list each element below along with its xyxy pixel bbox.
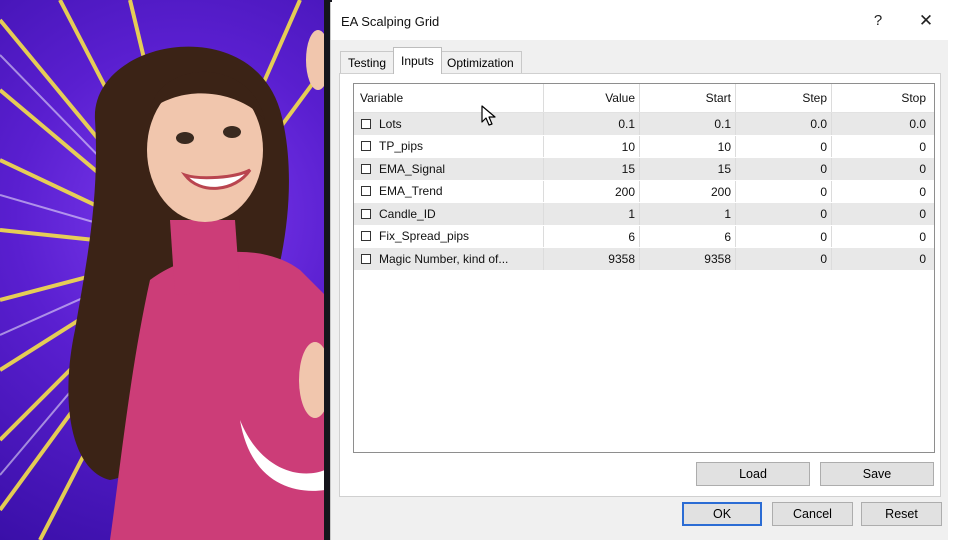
table-row[interactable]: EMA_Signal 15 15 0 0 bbox=[354, 158, 934, 181]
cancel-button[interactable]: Cancel bbox=[772, 502, 853, 526]
table-row[interactable]: TP_pips 10 10 0 0 bbox=[354, 135, 934, 158]
column-header-step[interactable]: Step bbox=[736, 84, 832, 112]
step-cell[interactable]: 0 bbox=[736, 248, 832, 270]
help-button[interactable]: ? bbox=[863, 8, 893, 34]
promo-panel bbox=[0, 0, 330, 540]
table-row[interactable]: Lots 0.1 0.1 0.0 0.0 bbox=[354, 113, 934, 136]
start-cell[interactable]: 1 bbox=[640, 203, 736, 225]
variable-name: Fix_Spread_pips bbox=[379, 229, 470, 244]
step-cell[interactable]: 0.0 bbox=[736, 113, 832, 135]
stop-cell[interactable]: 0.0 bbox=[832, 113, 930, 135]
row-checkbox[interactable] bbox=[361, 118, 371, 129]
variable-name: EMA_Trend bbox=[379, 184, 443, 199]
tab-optimization[interactable]: Optimization bbox=[439, 51, 522, 73]
value-cell[interactable]: 10 bbox=[544, 135, 640, 157]
step-cell[interactable]: 0 bbox=[736, 158, 832, 180]
right-margin bbox=[948, 0, 960, 540]
tab-testing[interactable]: Testing bbox=[340, 51, 395, 73]
start-cell[interactable]: 10 bbox=[640, 135, 736, 157]
column-header-value[interactable]: Value bbox=[544, 84, 640, 112]
value-cell[interactable]: 15 bbox=[544, 158, 640, 180]
step-cell[interactable]: 0 bbox=[736, 203, 832, 225]
row-checkbox[interactable] bbox=[361, 231, 371, 242]
window-title: EA Scalping Grid bbox=[341, 14, 440, 29]
step-cell[interactable]: 0 bbox=[736, 225, 832, 247]
table-row[interactable]: Candle_ID 1 1 0 0 bbox=[354, 203, 934, 226]
column-header-variable[interactable]: Variable bbox=[354, 84, 544, 112]
ok-button[interactable]: OK bbox=[682, 502, 762, 526]
start-cell[interactable]: 200 bbox=[640, 180, 736, 202]
row-checkbox[interactable] bbox=[361, 208, 371, 219]
value-cell[interactable]: 200 bbox=[544, 180, 640, 202]
start-cell[interactable]: 15 bbox=[640, 158, 736, 180]
stop-cell[interactable]: 0 bbox=[832, 203, 930, 225]
variable-name: Candle_ID bbox=[379, 206, 436, 221]
column-header-start[interactable]: Start bbox=[640, 84, 736, 112]
variable-name: TP_pips bbox=[379, 139, 424, 154]
stop-cell[interactable]: 0 bbox=[832, 136, 930, 158]
inputs-grid: Variable Value Start Step Stop Lots 0.1 … bbox=[353, 83, 935, 453]
start-cell[interactable]: 0.1 bbox=[640, 113, 736, 135]
reset-button[interactable]: Reset bbox=[861, 502, 942, 526]
column-header-stop[interactable]: Stop bbox=[832, 84, 930, 112]
table-row[interactable]: Fix_Spread_pips 6 6 0 0 bbox=[354, 225, 934, 248]
row-checkbox[interactable] bbox=[361, 141, 371, 152]
dialog-window: EA Scalping Grid ? ✕ Testing Inputs Opti… bbox=[330, 2, 949, 540]
grid-header: Variable Value Start Step Stop bbox=[354, 84, 934, 113]
value-cell[interactable]: 9358 bbox=[544, 248, 640, 270]
step-cell[interactable]: 0 bbox=[736, 180, 832, 202]
promo-illustration bbox=[0, 0, 330, 540]
row-checkbox[interactable] bbox=[361, 163, 371, 174]
row-checkbox[interactable] bbox=[361, 186, 371, 197]
stop-cell[interactable]: 0 bbox=[832, 158, 930, 180]
stop-cell[interactable]: 0 bbox=[832, 248, 930, 270]
table-row[interactable]: Magic Number, kind of... 9358 9358 0 0 bbox=[354, 248, 934, 271]
value-cell[interactable]: 6 bbox=[544, 225, 640, 247]
mouse-cursor-icon bbox=[481, 105, 496, 126]
title-bar: EA Scalping Grid ? ✕ bbox=[331, 2, 949, 40]
table-row[interactable]: EMA_Trend 200 200 0 0 bbox=[354, 180, 934, 203]
inputs-panel: Variable Value Start Step Stop Lots 0.1 … bbox=[339, 73, 941, 497]
step-cell[interactable]: 0 bbox=[736, 135, 832, 157]
stop-cell[interactable]: 0 bbox=[832, 226, 930, 248]
variable-name: Lots bbox=[379, 116, 402, 131]
stop-cell[interactable]: 0 bbox=[832, 181, 930, 203]
load-button[interactable]: Load bbox=[696, 462, 810, 486]
row-checkbox[interactable] bbox=[361, 253, 371, 264]
variable-name: Magic Number, kind of... bbox=[379, 251, 509, 266]
variable-name: EMA_Signal bbox=[379, 161, 446, 176]
value-cell[interactable]: 1 bbox=[544, 203, 640, 225]
save-button[interactable]: Save bbox=[820, 462, 934, 486]
start-cell[interactable]: 9358 bbox=[640, 248, 736, 270]
tab-inputs[interactable]: Inputs bbox=[393, 47, 442, 74]
close-button[interactable]: ✕ bbox=[911, 8, 941, 34]
start-cell[interactable]: 6 bbox=[640, 225, 736, 247]
value-cell[interactable]: 0.1 bbox=[544, 113, 640, 135]
